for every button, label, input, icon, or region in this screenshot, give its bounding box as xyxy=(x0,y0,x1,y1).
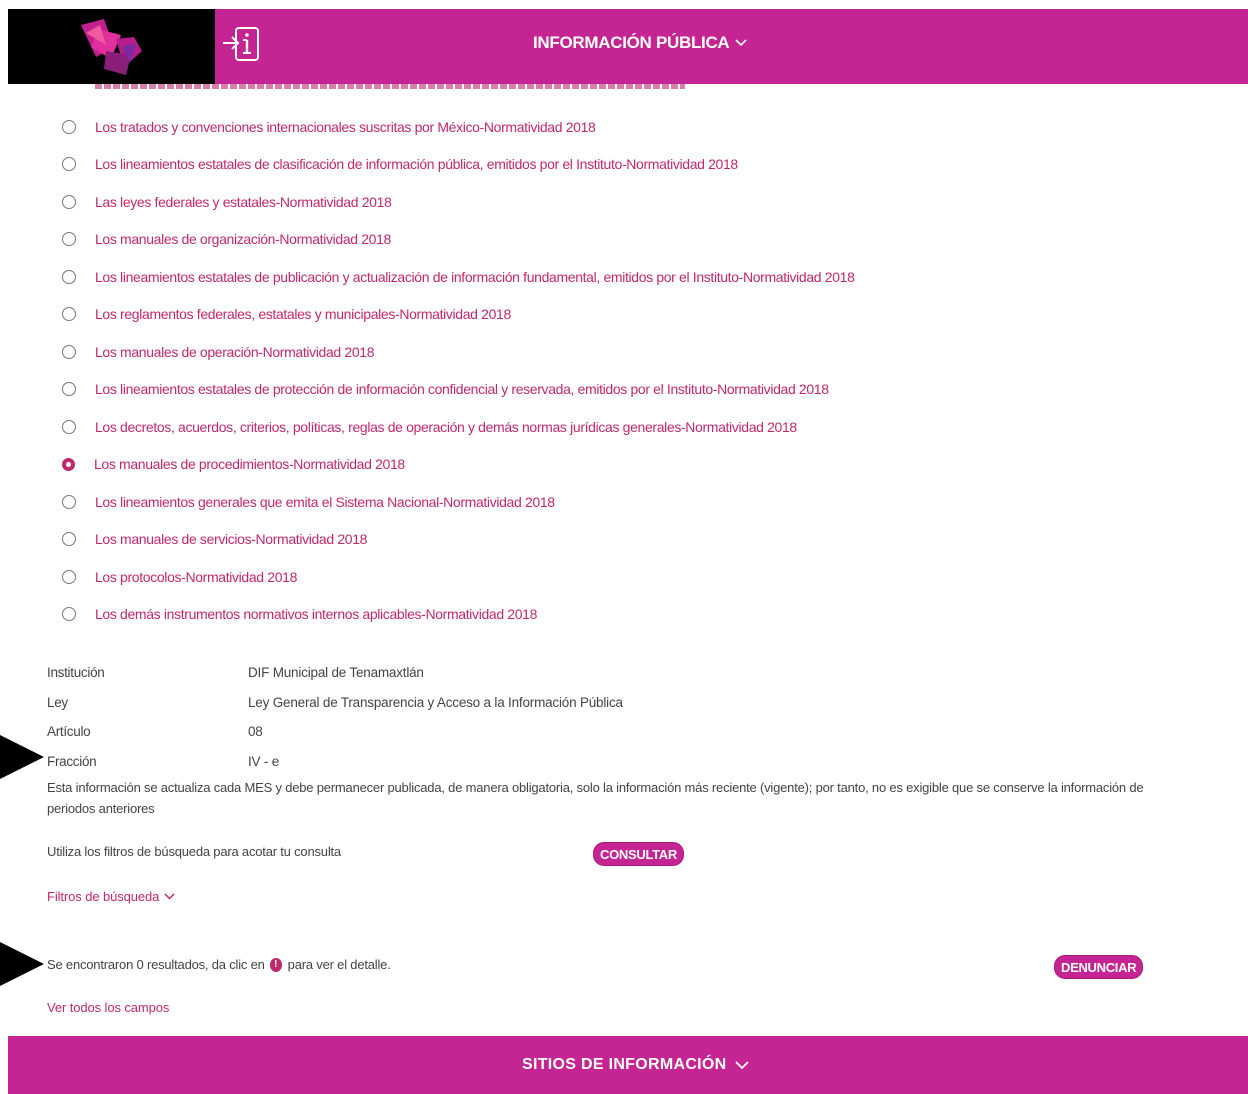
info-row-institucion: Institución DIF Municipal de Tenamaxtlán xyxy=(47,658,623,688)
radio-button[interactable] xyxy=(62,419,76,434)
radio-option-label[interactable]: Los lineamientos generales que emita el … xyxy=(95,494,555,510)
radio-option[interactable]: Los manuales de organización-Normativida… xyxy=(62,221,855,259)
radio-option-label[interactable]: Los lineamientos estatales de publicació… xyxy=(95,269,855,285)
radio-option-label[interactable]: Los lineamientos estatales de clasificac… xyxy=(95,156,738,172)
footer-bar: SITIOS DE INFORMACIÓN xyxy=(8,1036,1248,1094)
radio-option[interactable]: Los lineamientos estatales de clasificac… xyxy=(62,146,855,184)
radio-option[interactable]: Los protocolos-Normatividad 2018 xyxy=(62,558,855,596)
chevron-down-icon xyxy=(164,893,175,900)
institucion-value: DIF Municipal de Tenamaxtlán xyxy=(248,665,424,681)
radio-option[interactable]: Los reglamentos federales, estatales y m… xyxy=(62,296,855,334)
logo[interactable] xyxy=(8,9,215,84)
radio-option[interactable]: Los tratados y convenciones internaciona… xyxy=(62,108,855,146)
info-row-articulo: Artículo 08 xyxy=(47,717,623,747)
articulo-label: Artículo xyxy=(47,724,91,740)
filtros-busqueda-toggle[interactable]: Filtros de búsqueda xyxy=(47,889,175,904)
radio-option-label[interactable]: Los manuales de organización-Normativida… xyxy=(95,231,391,247)
info-row-fraccion: Fracción IV - e xyxy=(47,747,623,777)
chevron-down-icon xyxy=(735,39,747,47)
radio-button[interactable] xyxy=(62,194,76,209)
radio-option[interactable]: Los lineamientos generales que emita el … xyxy=(62,483,855,521)
radio-option-label[interactable]: Los lineamientos estatales de protección… xyxy=(95,381,829,397)
radio-option-label[interactable]: Los manuales de procedimientos-Normativi… xyxy=(94,456,405,472)
info-table: Institución DIF Municipal de Tenamaxtlán… xyxy=(47,658,623,776)
pointer-arrow-icon xyxy=(0,942,44,986)
ver-todos-campos-link[interactable]: Ver todos los campos xyxy=(47,1000,169,1015)
radio-option-label[interactable]: Los demás instrumentos normativos intern… xyxy=(95,606,537,622)
ley-label: Ley xyxy=(47,694,68,710)
radio-button[interactable] xyxy=(62,307,76,322)
radio-option-label[interactable]: Las leyes federales y estatales-Normativ… xyxy=(95,194,392,210)
denunciar-button[interactable]: DENUNCIAR xyxy=(1054,955,1144,979)
info-icon: ! xyxy=(269,957,282,972)
ley-value: Ley General de Transparencia y Acceso a … xyxy=(248,694,623,710)
filtros-label: Filtros de búsqueda xyxy=(47,889,160,904)
info-row-ley: Ley Ley General de Transparencia y Acces… xyxy=(47,688,623,718)
sitios-informacion-menu[interactable]: SITIOS DE INFORMACIÓN xyxy=(522,1056,749,1074)
radio-button[interactable] xyxy=(62,494,76,509)
radio-button[interactable] xyxy=(62,382,76,397)
radio-option-label[interactable]: Los tratados y convenciones internaciona… xyxy=(95,119,596,135)
radio-button[interactable] xyxy=(62,569,76,584)
institucion-label: Institución xyxy=(47,665,105,681)
radio-button[interactable] xyxy=(62,607,76,622)
top-header-bar: INFORMACIÓN PÚBLICA xyxy=(8,9,1248,84)
consultar-button[interactable]: CONSULTAR xyxy=(593,842,684,866)
radio-button[interactable] xyxy=(62,157,76,172)
radio-option[interactable]: Los manuales de servicios-Normatividad 2… xyxy=(62,521,855,559)
radio-option[interactable]: Los manuales de operación-Normatividad 2… xyxy=(62,333,855,371)
login-info-icon[interactable] xyxy=(221,25,263,65)
results-summary: Se encontraron 0 resultados, da clic en … xyxy=(47,957,391,972)
fraccion-label: Fracción xyxy=(47,753,97,769)
radio-button[interactable] xyxy=(62,344,76,359)
radio-option[interactable]: Los lineamientos estatales de protección… xyxy=(62,371,855,409)
informacion-publica-menu[interactable]: INFORMACIÓN PÚBLICA xyxy=(533,33,747,53)
radio-button[interactable] xyxy=(62,269,76,284)
radio-option-label[interactable]: Los manuales de operación-Normatividad 2… xyxy=(95,344,374,360)
radio-option[interactable]: Las leyes federales y estatales-Normativ… xyxy=(62,183,855,221)
radio-button-checked[interactable] xyxy=(62,457,75,471)
chevron-down-icon xyxy=(734,1060,749,1069)
results-text-after: para ver el detalle. xyxy=(287,957,391,972)
fraccion-value: IV - e xyxy=(248,753,280,769)
normatividad-radio-list: Los tratados y convenciones internaciona… xyxy=(62,108,855,633)
radio-button[interactable] xyxy=(62,119,76,134)
radio-option-label[interactable]: Los decretos, acuerdos, criterios, polít… xyxy=(95,419,797,435)
radio-option[interactable]: Los decretos, acuerdos, criterios, polít… xyxy=(62,408,855,446)
update-notice: Esta información se actualiza cada MES y… xyxy=(47,780,1144,816)
pointer-arrow-icon xyxy=(0,735,44,779)
footer-title-text: SITIOS DE INFORMACIÓN xyxy=(522,1056,727,1073)
radio-option[interactable]: Los demás instrumentos normativos intern… xyxy=(62,596,855,634)
radio-option-label[interactable]: Los manuales de servicios-Normatividad 2… xyxy=(95,531,367,547)
radio-option-label[interactable]: Los reglamentos federales, estatales y m… xyxy=(95,306,511,322)
radio-option-label[interactable]: Los protocolos-Normatividad 2018 xyxy=(95,569,297,585)
articulo-value: 08 xyxy=(248,724,263,740)
radio-button[interactable] xyxy=(62,232,76,247)
results-text-before: Se encontraron 0 resultados, da clic en xyxy=(47,957,265,972)
filters-hint: Utiliza los filtros de búsqueda para aco… xyxy=(47,844,341,859)
header-title-text: INFORMACIÓN PÚBLICA xyxy=(533,33,730,52)
radio-option[interactable]: Los manuales de procedimientos-Normativi… xyxy=(62,446,855,484)
radio-button[interactable] xyxy=(62,532,76,547)
cut-off-list-item xyxy=(95,84,685,89)
radio-option[interactable]: Los lineamientos estatales de publicació… xyxy=(62,258,855,296)
logo-icon xyxy=(81,19,142,75)
